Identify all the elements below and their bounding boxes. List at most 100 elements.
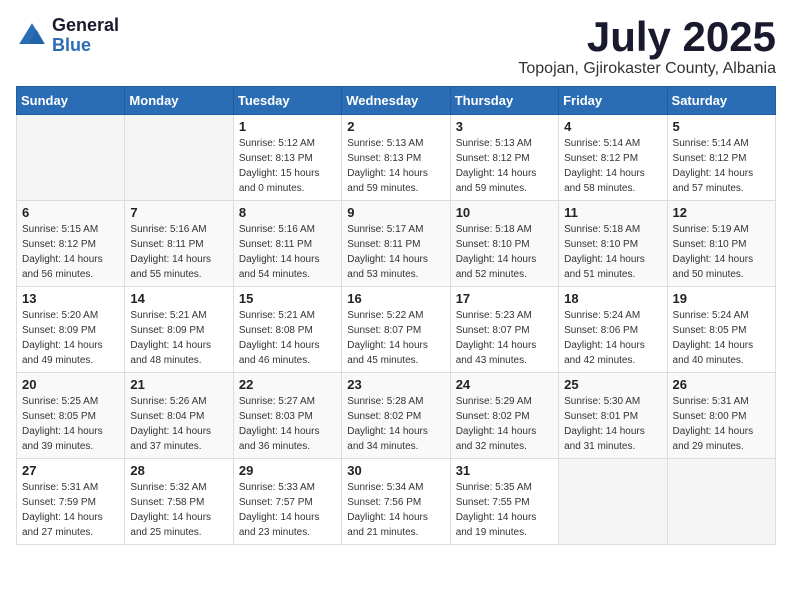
calendar-cell: 30 Sunrise: 5:34 AMSunset: 7:56 PMDaylig… bbox=[342, 459, 450, 545]
calendar-cell: 15 Sunrise: 5:21 AMSunset: 8:08 PMDaylig… bbox=[233, 287, 341, 373]
logo-blue-text: Blue bbox=[52, 36, 119, 56]
day-number: 31 bbox=[456, 463, 553, 478]
calendar-header-sunday: Sunday bbox=[17, 87, 125, 115]
day-info: Sunrise: 5:13 AMSunset: 8:12 PMDaylight:… bbox=[456, 136, 553, 196]
day-info: Sunrise: 5:15 AMSunset: 8:12 PMDaylight:… bbox=[22, 222, 119, 282]
day-info: Sunrise: 5:30 AMSunset: 8:01 PMDaylight:… bbox=[564, 394, 661, 454]
day-info: Sunrise: 5:18 AMSunset: 8:10 PMDaylight:… bbox=[456, 222, 553, 282]
day-number: 26 bbox=[673, 377, 770, 392]
day-info: Sunrise: 5:35 AMSunset: 7:55 PMDaylight:… bbox=[456, 480, 553, 540]
day-info: Sunrise: 5:24 AMSunset: 8:05 PMDaylight:… bbox=[673, 308, 770, 368]
calendar-cell: 12 Sunrise: 5:19 AMSunset: 8:10 PMDaylig… bbox=[667, 201, 775, 287]
day-number: 13 bbox=[22, 291, 119, 306]
day-number: 16 bbox=[347, 291, 444, 306]
calendar-cell bbox=[559, 459, 667, 545]
calendar-header-thursday: Thursday bbox=[450, 87, 558, 115]
calendar-week-row: 13 Sunrise: 5:20 AMSunset: 8:09 PMDaylig… bbox=[17, 287, 776, 373]
day-info: Sunrise: 5:19 AMSunset: 8:10 PMDaylight:… bbox=[673, 222, 770, 282]
day-number: 27 bbox=[22, 463, 119, 478]
day-info: Sunrise: 5:20 AMSunset: 8:09 PMDaylight:… bbox=[22, 308, 119, 368]
day-number: 18 bbox=[564, 291, 661, 306]
calendar-header-row: SundayMondayTuesdayWednesdayThursdayFrid… bbox=[17, 87, 776, 115]
day-info: Sunrise: 5:13 AMSunset: 8:13 PMDaylight:… bbox=[347, 136, 444, 196]
day-number: 4 bbox=[564, 119, 661, 134]
calendar-header-saturday: Saturday bbox=[667, 87, 775, 115]
calendar-cell: 13 Sunrise: 5:20 AMSunset: 8:09 PMDaylig… bbox=[17, 287, 125, 373]
calendar-cell: 9 Sunrise: 5:17 AMSunset: 8:11 PMDayligh… bbox=[342, 201, 450, 287]
day-number: 24 bbox=[456, 377, 553, 392]
calendar-cell bbox=[17, 115, 125, 201]
calendar-cell: 31 Sunrise: 5:35 AMSunset: 7:55 PMDaylig… bbox=[450, 459, 558, 545]
day-number: 5 bbox=[673, 119, 770, 134]
day-number: 23 bbox=[347, 377, 444, 392]
day-number: 6 bbox=[22, 205, 119, 220]
day-info: Sunrise: 5:16 AMSunset: 8:11 PMDaylight:… bbox=[239, 222, 336, 282]
calendar-cell: 29 Sunrise: 5:33 AMSunset: 7:57 PMDaylig… bbox=[233, 459, 341, 545]
calendar-week-row: 20 Sunrise: 5:25 AMSunset: 8:05 PMDaylig… bbox=[17, 373, 776, 459]
day-info: Sunrise: 5:25 AMSunset: 8:05 PMDaylight:… bbox=[22, 394, 119, 454]
page-header: General Blue July 2025 Topojan, Gjirokas… bbox=[16, 16, 776, 78]
calendar-cell: 8 Sunrise: 5:16 AMSunset: 8:11 PMDayligh… bbox=[233, 201, 341, 287]
day-number: 21 bbox=[130, 377, 227, 392]
month-year-title: July 2025 bbox=[518, 16, 776, 58]
day-info: Sunrise: 5:14 AMSunset: 8:12 PMDaylight:… bbox=[673, 136, 770, 196]
day-number: 9 bbox=[347, 205, 444, 220]
location-subtitle: Topojan, Gjirokaster County, Albania bbox=[518, 60, 776, 78]
day-number: 7 bbox=[130, 205, 227, 220]
day-number: 19 bbox=[673, 291, 770, 306]
day-number: 15 bbox=[239, 291, 336, 306]
day-number: 10 bbox=[456, 205, 553, 220]
calendar-cell: 4 Sunrise: 5:14 AMSunset: 8:12 PMDayligh… bbox=[559, 115, 667, 201]
calendar-cell: 20 Sunrise: 5:25 AMSunset: 8:05 PMDaylig… bbox=[17, 373, 125, 459]
calendar-cell: 14 Sunrise: 5:21 AMSunset: 8:09 PMDaylig… bbox=[125, 287, 233, 373]
day-number: 1 bbox=[239, 119, 336, 134]
day-info: Sunrise: 5:23 AMSunset: 8:07 PMDaylight:… bbox=[456, 308, 553, 368]
calendar-week-row: 27 Sunrise: 5:31 AMSunset: 7:59 PMDaylig… bbox=[17, 459, 776, 545]
calendar-cell: 26 Sunrise: 5:31 AMSunset: 8:00 PMDaylig… bbox=[667, 373, 775, 459]
day-info: Sunrise: 5:22 AMSunset: 8:07 PMDaylight:… bbox=[347, 308, 444, 368]
day-number: 8 bbox=[239, 205, 336, 220]
day-info: Sunrise: 5:32 AMSunset: 7:58 PMDaylight:… bbox=[130, 480, 227, 540]
logo-general-text: General bbox=[52, 16, 119, 36]
calendar-cell: 7 Sunrise: 5:16 AMSunset: 8:11 PMDayligh… bbox=[125, 201, 233, 287]
calendar-cell: 17 Sunrise: 5:23 AMSunset: 8:07 PMDaylig… bbox=[450, 287, 558, 373]
day-number: 30 bbox=[347, 463, 444, 478]
day-info: Sunrise: 5:27 AMSunset: 8:03 PMDaylight:… bbox=[239, 394, 336, 454]
day-info: Sunrise: 5:33 AMSunset: 7:57 PMDaylight:… bbox=[239, 480, 336, 540]
calendar-cell: 25 Sunrise: 5:30 AMSunset: 8:01 PMDaylig… bbox=[559, 373, 667, 459]
day-info: Sunrise: 5:17 AMSunset: 8:11 PMDaylight:… bbox=[347, 222, 444, 282]
calendar-cell: 21 Sunrise: 5:26 AMSunset: 8:04 PMDaylig… bbox=[125, 373, 233, 459]
calendar-week-row: 1 Sunrise: 5:12 AMSunset: 8:13 PMDayligh… bbox=[17, 115, 776, 201]
day-info: Sunrise: 5:18 AMSunset: 8:10 PMDaylight:… bbox=[564, 222, 661, 282]
day-info: Sunrise: 5:21 AMSunset: 8:08 PMDaylight:… bbox=[239, 308, 336, 368]
calendar-week-row: 6 Sunrise: 5:15 AMSunset: 8:12 PMDayligh… bbox=[17, 201, 776, 287]
day-number: 3 bbox=[456, 119, 553, 134]
calendar-cell: 24 Sunrise: 5:29 AMSunset: 8:02 PMDaylig… bbox=[450, 373, 558, 459]
day-number: 22 bbox=[239, 377, 336, 392]
day-number: 20 bbox=[22, 377, 119, 392]
day-info: Sunrise: 5:16 AMSunset: 8:11 PMDaylight:… bbox=[130, 222, 227, 282]
day-number: 25 bbox=[564, 377, 661, 392]
day-number: 28 bbox=[130, 463, 227, 478]
calendar-table: SundayMondayTuesdayWednesdayThursdayFrid… bbox=[16, 86, 776, 545]
calendar-cell: 19 Sunrise: 5:24 AMSunset: 8:05 PMDaylig… bbox=[667, 287, 775, 373]
day-number: 17 bbox=[456, 291, 553, 306]
logo-text: General Blue bbox=[52, 16, 119, 56]
calendar-header-wednesday: Wednesday bbox=[342, 87, 450, 115]
day-info: Sunrise: 5:12 AMSunset: 8:13 PMDaylight:… bbox=[239, 136, 336, 196]
day-number: 29 bbox=[239, 463, 336, 478]
calendar-cell: 6 Sunrise: 5:15 AMSunset: 8:12 PMDayligh… bbox=[17, 201, 125, 287]
calendar-header-friday: Friday bbox=[559, 87, 667, 115]
day-number: 14 bbox=[130, 291, 227, 306]
calendar-cell: 2 Sunrise: 5:13 AMSunset: 8:13 PMDayligh… bbox=[342, 115, 450, 201]
calendar-cell: 5 Sunrise: 5:14 AMSunset: 8:12 PMDayligh… bbox=[667, 115, 775, 201]
calendar-cell: 11 Sunrise: 5:18 AMSunset: 8:10 PMDaylig… bbox=[559, 201, 667, 287]
day-info: Sunrise: 5:26 AMSunset: 8:04 PMDaylight:… bbox=[130, 394, 227, 454]
logo-icon bbox=[16, 20, 48, 52]
day-number: 2 bbox=[347, 119, 444, 134]
calendar-cell: 3 Sunrise: 5:13 AMSunset: 8:12 PMDayligh… bbox=[450, 115, 558, 201]
day-info: Sunrise: 5:29 AMSunset: 8:02 PMDaylight:… bbox=[456, 394, 553, 454]
calendar-cell: 28 Sunrise: 5:32 AMSunset: 7:58 PMDaylig… bbox=[125, 459, 233, 545]
calendar-cell: 27 Sunrise: 5:31 AMSunset: 7:59 PMDaylig… bbox=[17, 459, 125, 545]
calendar-cell: 10 Sunrise: 5:18 AMSunset: 8:10 PMDaylig… bbox=[450, 201, 558, 287]
